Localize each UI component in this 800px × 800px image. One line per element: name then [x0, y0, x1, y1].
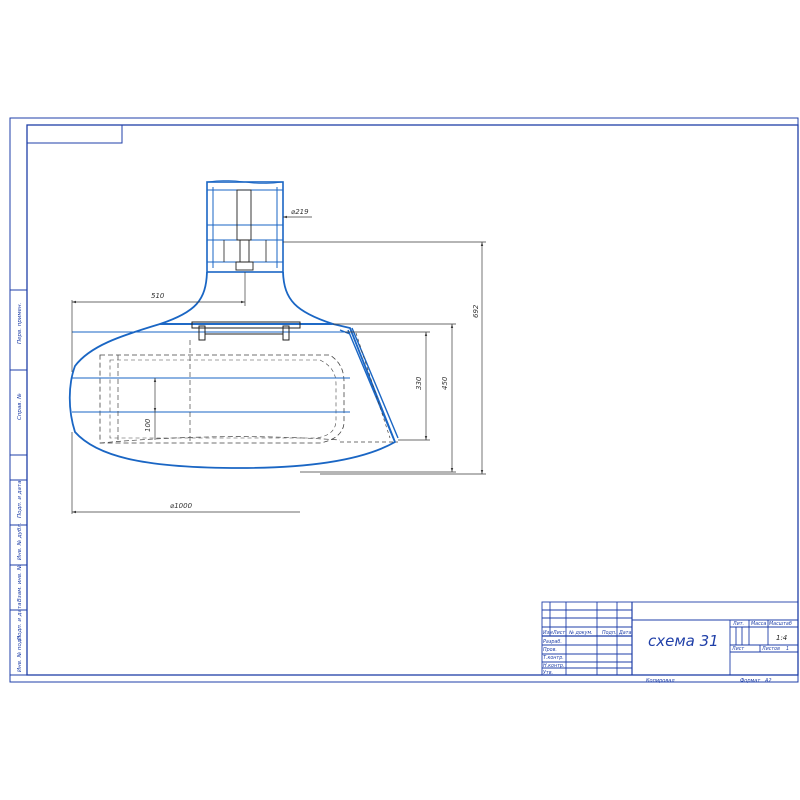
dim-692-label: 692 [472, 304, 480, 318]
center-lines [72, 331, 350, 413]
sheet-outer-border [9, 117, 799, 683]
tb-role-razrab: Разраб. [543, 639, 562, 645]
dim-692 [283, 241, 486, 475]
tb-header-podp: Подп. [602, 630, 617, 636]
dim-d1000-label: ⌀1000 [170, 502, 193, 510]
tb-header-data: Дата [618, 630, 631, 636]
drum-outline [68, 323, 397, 469]
neck-flare [159, 271, 334, 325]
tb-role-utv: Утв. [543, 670, 553, 676]
tb-copied-label: Копировал [646, 678, 675, 684]
side-stamp-4: Инв. № дубл. [17, 522, 23, 560]
tb-sheet-label: Лист [731, 646, 744, 652]
tb-role-prov: Пров. [543, 647, 557, 653]
top-left-stamp [26, 124, 123, 144]
tb-header-list: Лист [552, 630, 565, 636]
tb-col-lit: Лит. [732, 621, 744, 627]
side-stamp-5: Взам. инв. № [17, 564, 23, 602]
tb-drawing-name: схема 31 [648, 632, 719, 650]
inner-contour-hidden [99, 354, 345, 444]
tb-sheets-count: 1 [786, 646, 789, 652]
tb-format-value: А2 [764, 678, 772, 684]
side-stamp-3: Подп. и дата [17, 480, 23, 518]
tb-col-massa: Масса [751, 621, 766, 627]
side-flap [339, 327, 399, 441]
tb-role-tkontr: Т.контр. [543, 655, 564, 661]
technical-drawing: Перв. примен. Справ. № Подп. и дата Инв.… [9, 117, 799, 684]
dim-450-label: 450 [441, 376, 449, 390]
tb-format-label: Формат [740, 678, 761, 684]
vertical-hidden-guides [117, 340, 191, 443]
tb-header-doc: № докум. [568, 630, 593, 636]
dim-100-label: 100 [144, 418, 152, 432]
tb-col-masshtab: Масштаб [769, 621, 792, 627]
pipe-assembly [206, 181, 284, 273]
bottom-arc-hidden [99, 436, 341, 444]
tb-scale: 1:4 [776, 634, 787, 642]
drawing-frame [26, 124, 799, 676]
side-stamp-7: Инв. № подл. [17, 634, 23, 672]
side-stamp-1: Перв. примен. [17, 302, 23, 344]
dim-510-label: 510 [151, 292, 165, 300]
dim-d219-label: ⌀219 [291, 208, 309, 216]
tb-sheets-label: Листов [761, 646, 780, 652]
tb-role-nkontr: Н.контр. [543, 663, 564, 669]
dim-330-label: 330 [415, 376, 423, 390]
side-stamp-2: Справ. № [17, 393, 23, 420]
